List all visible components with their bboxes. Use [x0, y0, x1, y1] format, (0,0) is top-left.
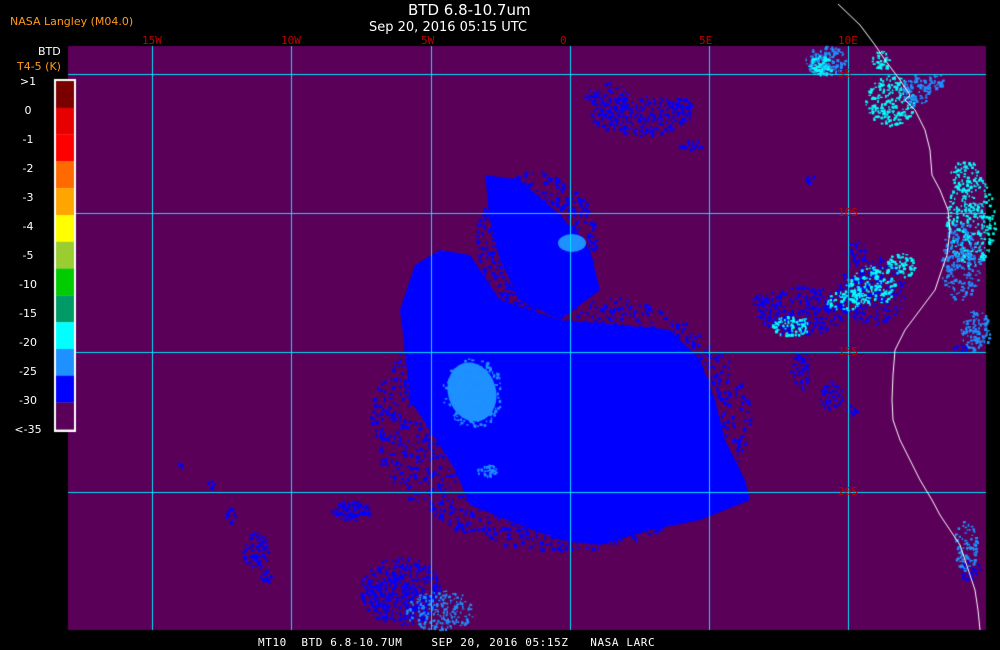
colorbar-label: -30: [19, 394, 37, 407]
lon-label: 10W: [281, 34, 301, 47]
lat-label: 5S: [838, 67, 852, 80]
colorbar-label: -5: [22, 249, 34, 262]
source-label: NASA Langley (M04.0): [10, 15, 134, 28]
lon-label: 15W: [142, 34, 162, 47]
lon-label: 10E: [838, 34, 858, 47]
colorbar-label: -3: [22, 191, 34, 204]
colorbar-label: <-35: [14, 423, 42, 436]
colorbar-label: >1: [19, 75, 37, 88]
colorbar-label: -25: [19, 365, 37, 378]
colorbar-label: -10: [19, 278, 37, 291]
colorbar-label: -2: [22, 162, 34, 175]
satellite-map: [0, 0, 1000, 650]
lat-label: 10S: [838, 206, 858, 219]
image-title: BTD 6.8-10.7um: [408, 1, 531, 19]
colorbar-subtitle: T4-5 (K): [17, 60, 61, 73]
colorbar-label: -20: [19, 336, 37, 349]
lon-label: 0: [560, 34, 567, 47]
colorbar-title: BTD: [38, 45, 61, 58]
lat-label: 15S: [838, 345, 858, 358]
colorbar-label: -4: [22, 220, 34, 233]
colorbar-label: 0: [24, 104, 32, 117]
lon-label: 5W: [421, 34, 435, 47]
colorbar-label: -1: [22, 133, 34, 146]
lat-label: 20S: [838, 485, 858, 498]
footer-caption: MT10 BTD 6.8-10.7UM SEP 20, 2016 05:15Z …: [258, 636, 656, 649]
image-datetime: Sep 20, 2016 05:15 UTC: [369, 20, 528, 35]
colorbar-label: -15: [19, 307, 37, 320]
lon-label: 5E: [699, 34, 713, 47]
